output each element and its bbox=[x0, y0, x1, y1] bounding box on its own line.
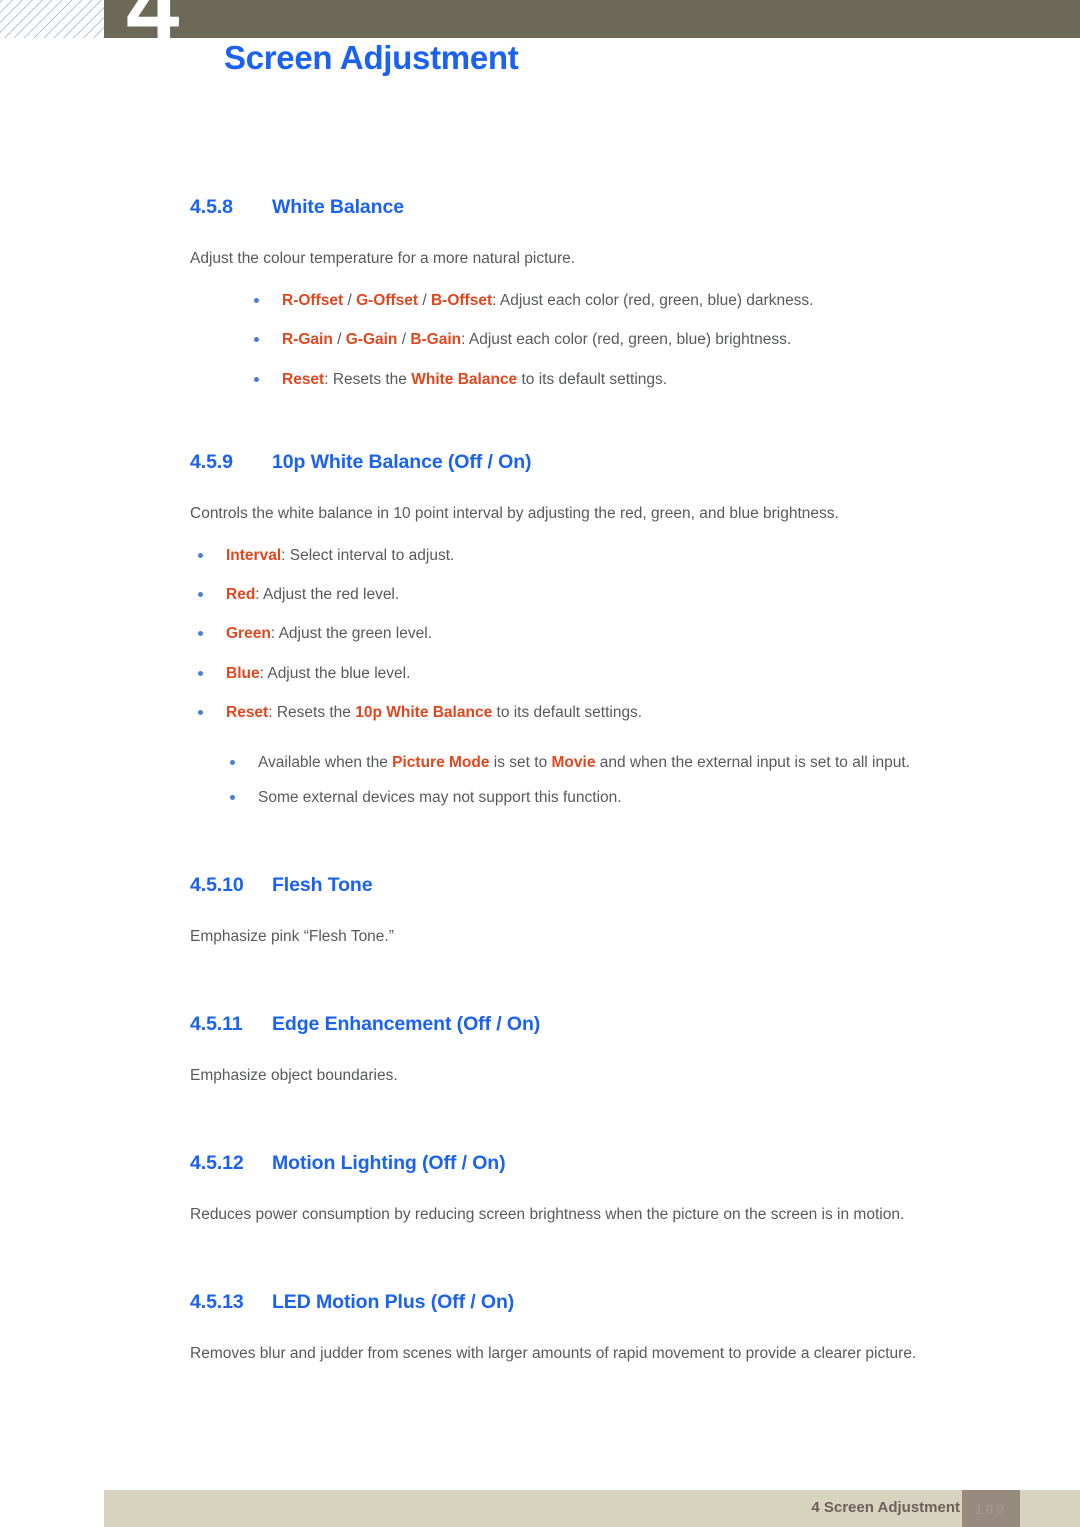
slash-separator: / bbox=[332, 331, 346, 349]
list-item-text: : Resets the bbox=[324, 370, 412, 388]
section-title: White Balance bbox=[272, 196, 404, 218]
keyword-picture-mode: Picture Mode bbox=[392, 754, 490, 772]
list-item: Available when the Picture Mode is set t… bbox=[222, 751, 1025, 774]
section-heading-459: 4.5.9 10p White Balance (Off / On) bbox=[190, 451, 1025, 474]
section-title: 10p White Balance (Off / On) bbox=[272, 450, 532, 473]
keyword-b-offset: B-Offset bbox=[430, 292, 493, 310]
section-intro-458: Adjust the colour temperature for a more… bbox=[190, 250, 576, 267]
section-title: Flesh Tone bbox=[272, 873, 373, 896]
list-item: Green: Adjust the green level. bbox=[190, 622, 1025, 645]
list-item-text: to its default settings. bbox=[517, 370, 668, 388]
section-number: 4.5.8 bbox=[190, 196, 233, 218]
list-item-text: to its default settings. bbox=[492, 703, 643, 721]
list-item: Red: Adjust the red level. bbox=[190, 583, 1025, 606]
section-heading-4511: 4.5.11 Edge Enhancement (Off / On) bbox=[190, 1013, 1025, 1036]
keyword-reset: Reset bbox=[282, 370, 325, 388]
list-item: Reset: Resets the 10p White Balance to i… bbox=[190, 701, 1025, 724]
list-item-text: and when the external input is set to al… bbox=[595, 754, 910, 772]
section-heading-4513: 4.5.13 LED Motion Plus (Off / On) bbox=[190, 1291, 1025, 1314]
keyword-white-balance: White Balance bbox=[411, 370, 518, 388]
keyword-interval: Interval bbox=[226, 546, 282, 564]
keyword-b-gain: B-Gain bbox=[410, 331, 462, 349]
list-item-text: is set to bbox=[489, 754, 552, 772]
list-item-text: : Adjust each color (red, green, blue) d… bbox=[492, 292, 814, 310]
list-item: Reset: Resets the White Balance to its d… bbox=[246, 368, 1025, 391]
keyword-g-offset: G-Offset bbox=[356, 292, 419, 310]
section-number: 4.5.13 bbox=[190, 1291, 244, 1314]
list-item: R-Gain / G-Gain / B-Gain: Adjust each co… bbox=[246, 328, 1025, 351]
list-item-text: : Adjust the red level. bbox=[255, 586, 400, 604]
section-heading-458: 4.5.8 White Balance bbox=[190, 196, 1025, 219]
keyword-blue: Blue bbox=[226, 664, 260, 682]
section-title: LED Motion Plus (Off / On) bbox=[272, 1291, 515, 1314]
list-item: Blue: Adjust the blue level. bbox=[190, 662, 1025, 685]
white-balance-bullet-list: R-Offset / G-Offset / B-Offset: Adjust e… bbox=[246, 289, 1025, 391]
tenp-white-balance-bullet-list: Interval: Select interval to adjust. Red… bbox=[190, 544, 1025, 724]
list-item: Interval: Select interval to adjust. bbox=[190, 544, 1025, 567]
keyword-red: Red bbox=[226, 586, 256, 604]
keyword-green: Green bbox=[226, 625, 271, 643]
slash-separator: / bbox=[418, 292, 431, 310]
page-number-box: 100 bbox=[962, 1490, 1020, 1527]
list-item-text: : Adjust each color (red, green, blue) b… bbox=[461, 331, 792, 349]
section-title: Motion Lighting (Off / On) bbox=[272, 1151, 506, 1174]
section-intro-4511: Emphasize object boundaries. bbox=[190, 1066, 398, 1084]
note-bullet-list: Available when the Picture Mode is set t… bbox=[222, 751, 1025, 810]
section-heading-4510: 4.5.10 Flesh Tone bbox=[190, 874, 1025, 897]
document-content: 4.5.8 White Balance Adjust the colour te… bbox=[190, 196, 1025, 1366]
list-item-text: : Resets the bbox=[268, 703, 356, 721]
list-item-text: : Adjust the green level. bbox=[270, 625, 432, 643]
chapter-number: 4 bbox=[126, 0, 179, 38]
section-number: 4.5.12 bbox=[190, 1151, 244, 1174]
section-intro-4512: Reduces power consumption by reducing sc… bbox=[190, 1205, 905, 1223]
section-heading-4512: 4.5.12 Motion Lighting (Off / On) bbox=[190, 1152, 1025, 1175]
section-intro-459: Controls the white balance in 10 point i… bbox=[190, 504, 839, 522]
slash-separator: / bbox=[343, 292, 357, 310]
list-item-text: : Select interval to adjust. bbox=[281, 546, 455, 564]
slash-separator: / bbox=[397, 331, 411, 349]
section-number: 4.5.9 bbox=[190, 450, 233, 473]
diagonal-hatch-decoration bbox=[0, 0, 104, 38]
list-item-text: Some external devices may not support th… bbox=[258, 789, 622, 807]
keyword-10p-white-balance: 10p White Balance bbox=[355, 703, 493, 721]
keyword-r-offset: R-Offset bbox=[282, 292, 344, 310]
section-title: Edge Enhancement (Off / On) bbox=[272, 1012, 541, 1035]
page-footer-bar: 4 Screen Adjustment 100 bbox=[104, 1490, 1080, 1527]
keyword-movie: Movie bbox=[551, 754, 596, 772]
page-number: 100 bbox=[974, 1501, 1008, 1517]
section-intro-4510: Emphasize pink “Flesh Tone.” bbox=[190, 927, 394, 945]
chapter-header-bar: 4 bbox=[104, 0, 1080, 38]
keyword-reset: Reset bbox=[226, 703, 269, 721]
section-number: 4.5.10 bbox=[190, 873, 244, 896]
keyword-r-gain: R-Gain bbox=[282, 331, 333, 349]
section-number: 4.5.11 bbox=[190, 1012, 243, 1035]
list-item: Some external devices may not support th… bbox=[222, 786, 1025, 809]
page-title: Screen Adjustment bbox=[224, 39, 519, 76]
footer-chapter-label: 4 Screen Adjustment bbox=[811, 1499, 960, 1516]
keyword-g-gain: G-Gain bbox=[345, 331, 398, 349]
list-item: R-Offset / G-Offset / B-Offset: Adjust e… bbox=[246, 289, 1025, 312]
list-item-text: : Adjust the blue level. bbox=[259, 664, 411, 682]
section-intro-4513: Removes blur and judder from scenes with… bbox=[190, 1345, 917, 1363]
list-item-text: Available when the bbox=[258, 754, 393, 772]
